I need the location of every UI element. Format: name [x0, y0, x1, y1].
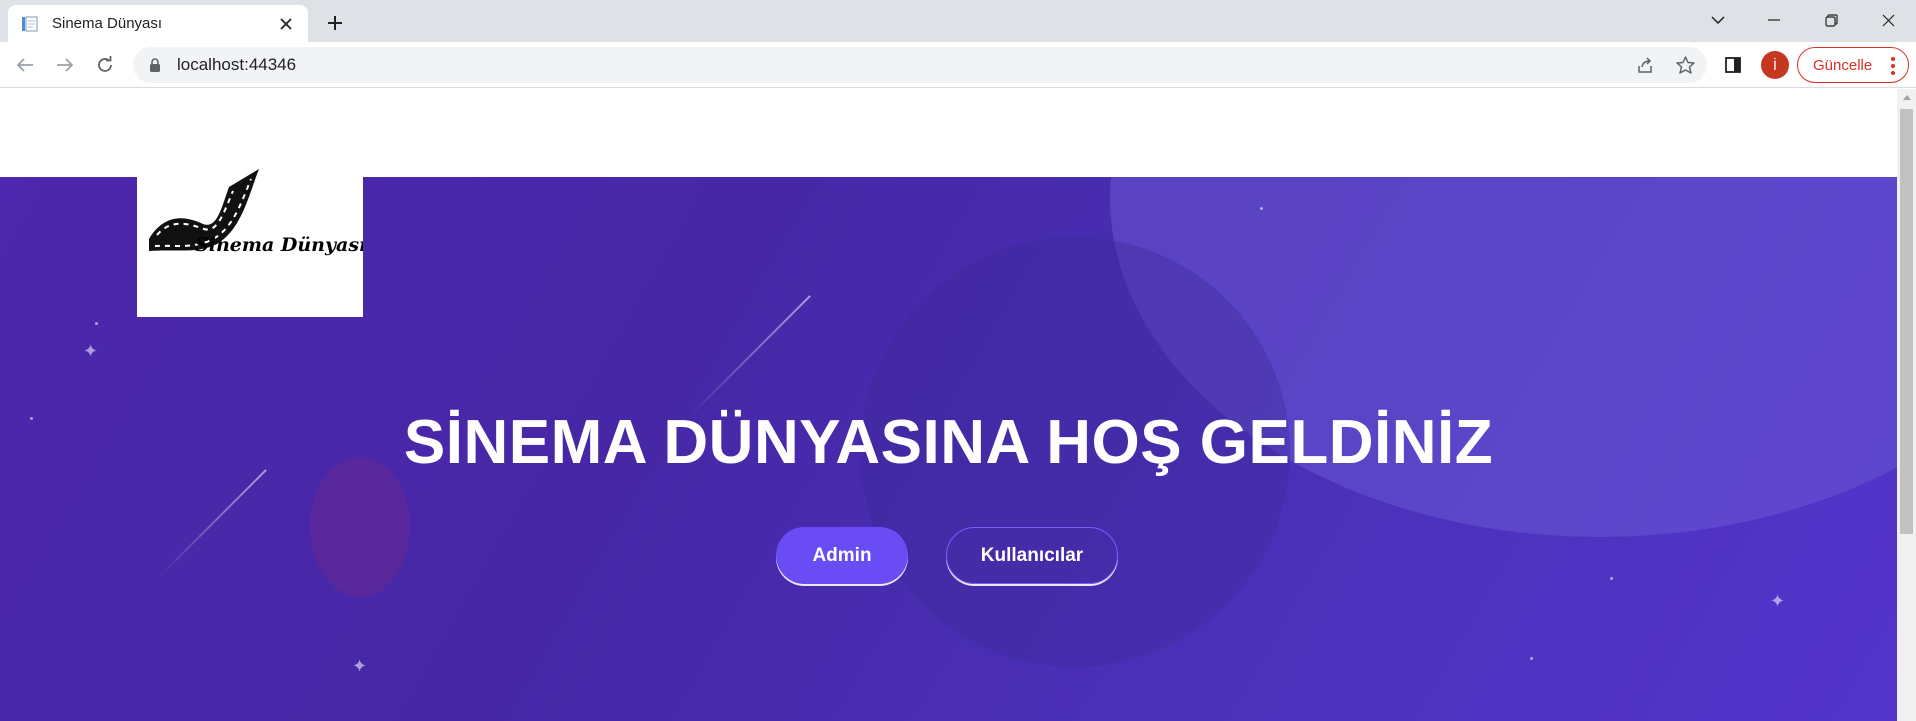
share-icon[interactable]: [1629, 47, 1661, 83]
lock-icon[interactable]: [147, 57, 163, 73]
plus-icon[interactable]: [320, 8, 350, 38]
admin-button[interactable]: Admin: [776, 527, 908, 584]
restore-icon[interactable]: [1803, 0, 1859, 40]
page-viewport: ✦ ✦ ✦ Sinema Dünyası SİNEMA DÜNYASINA HO…: [0, 89, 1897, 721]
shooting-star-decoration: [689, 295, 811, 417]
more-vertical-icon: [1890, 57, 1896, 75]
profile-avatar[interactable]: İ: [1761, 51, 1789, 79]
document-icon: [20, 14, 40, 34]
star-decoration: [1530, 657, 1533, 660]
chevron-down-icon[interactable]: [1690, 0, 1746, 40]
close-icon[interactable]: [276, 14, 296, 34]
tab-title: Sinema Dünyası: [52, 15, 163, 32]
back-arrow-icon[interactable]: [9, 49, 41, 81]
side-panel-icon[interactable]: [1717, 49, 1749, 81]
users-button[interactable]: Kullanıcılar: [946, 527, 1118, 584]
shooting-star-decoration: [159, 469, 267, 577]
star-icon[interactable]: [1669, 47, 1701, 83]
browser-toolbar: localhost:44346 İ Güncelle: [0, 42, 1916, 88]
orb-decoration: [310, 457, 410, 597]
scrollbar-thumb[interactable]: [1900, 109, 1913, 534]
star-decoration: [1260, 207, 1263, 210]
minimize-icon[interactable]: [1746, 0, 1802, 40]
star-decoration: [1610, 577, 1613, 580]
sparkle-decoration: ✦: [83, 341, 99, 361]
url-text[interactable]: localhost:44346: [177, 55, 1693, 75]
update-button-label: Güncelle: [1813, 56, 1873, 74]
logo-text: Sinema Dünyası: [195, 234, 363, 256]
reload-icon[interactable]: [89, 49, 121, 81]
sparkle-decoration: ✦: [352, 656, 368, 676]
browser-tab-bar: Sinema Dünyası: [0, 0, 1916, 42]
site-logo[interactable]: Sinema Dünyası: [137, 169, 363, 317]
star-decoration: [95, 322, 98, 325]
window-close-icon[interactable]: [1860, 0, 1916, 40]
address-bar[interactable]: localhost:44346: [133, 47, 1707, 83]
update-button[interactable]: Güncelle: [1797, 47, 1909, 83]
browser-tab[interactable]: Sinema Dünyası: [8, 5, 308, 42]
sparkle-decoration: ✦: [1770, 591, 1786, 611]
hero-title: SİNEMA DÜNYASINA HOŞ GELDİNİZ: [403, 408, 1494, 477]
forward-arrow-icon[interactable]: [49, 49, 81, 81]
scroll-up-arrow-icon[interactable]: [1897, 89, 1916, 106]
page-scrollbar[interactable]: [1897, 89, 1916, 721]
